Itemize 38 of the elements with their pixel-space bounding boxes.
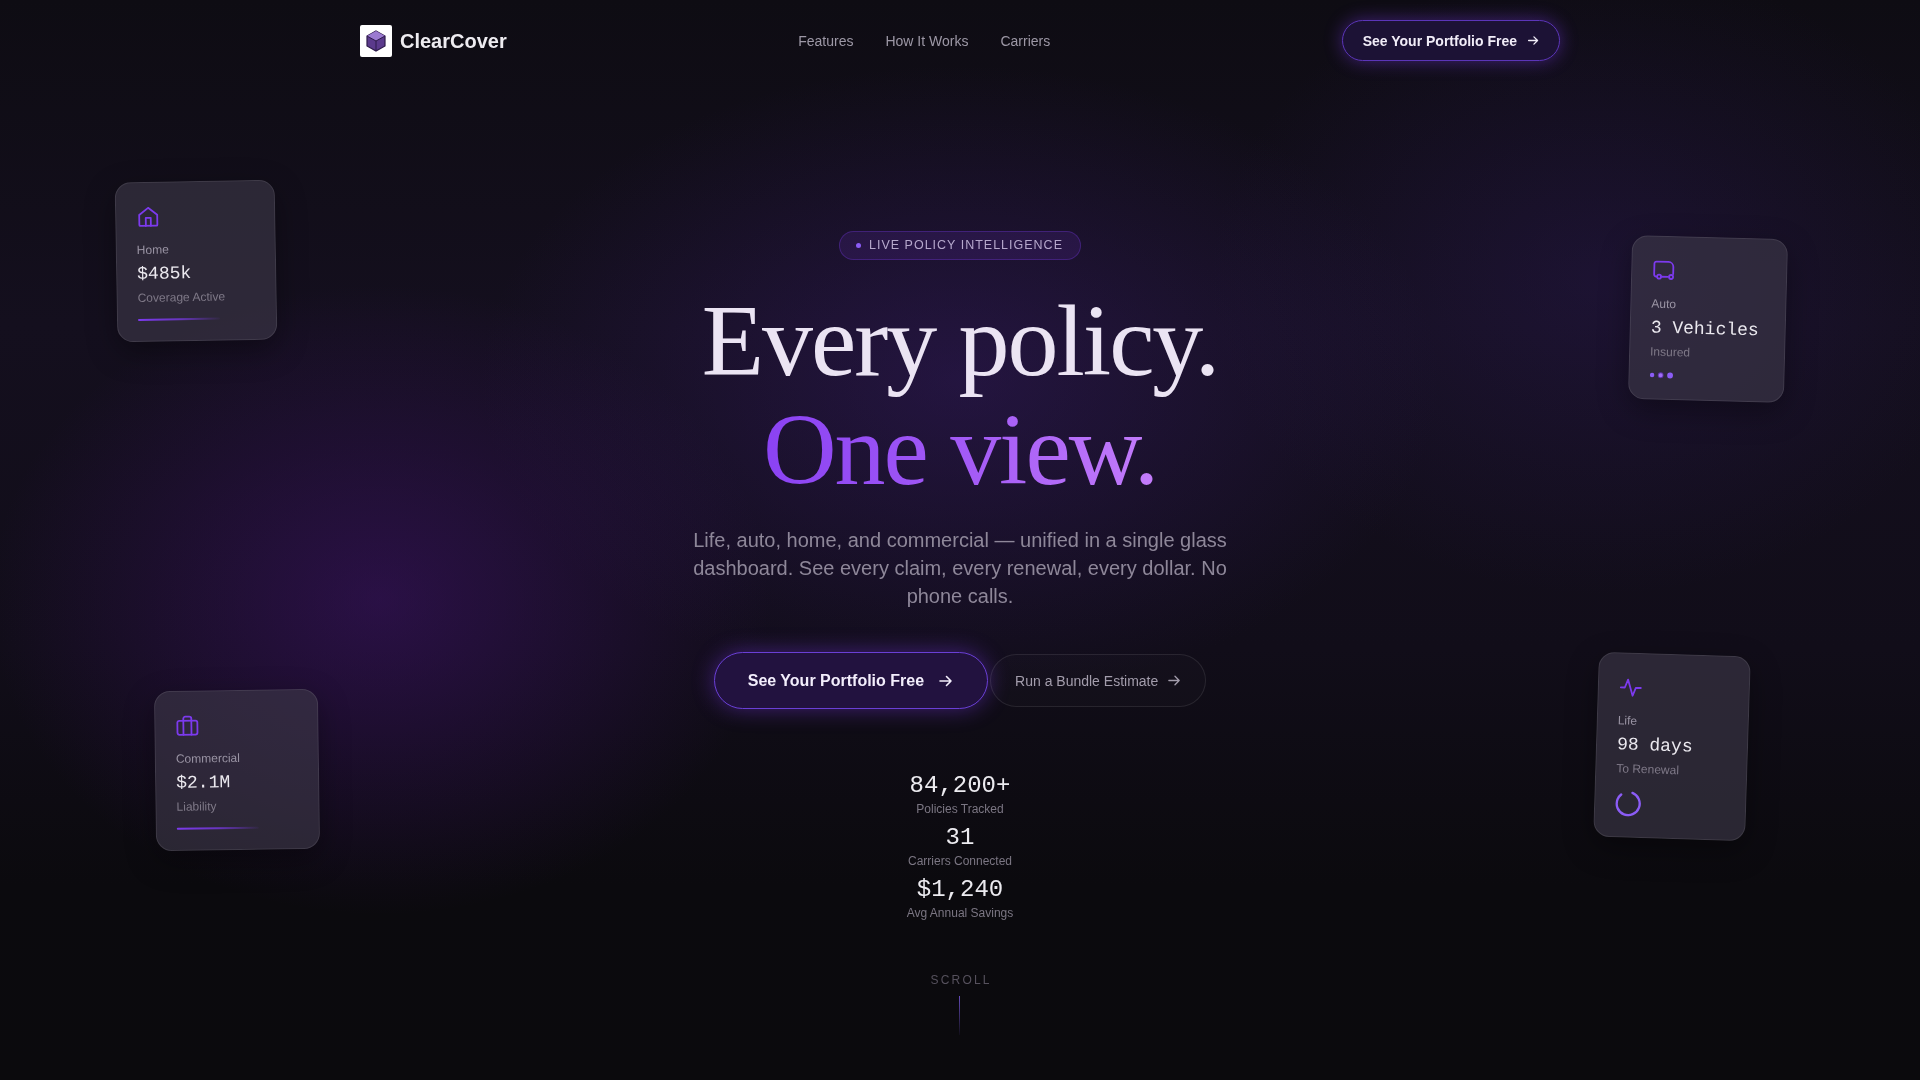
card-caption: Liability (176, 798, 217, 815)
card-label: Home (136, 241, 169, 259)
brand-name[interactable]: ClearCover (400, 28, 507, 53)
arrow-right-icon (1527, 34, 1540, 47)
briefcase-icon (175, 713, 200, 738)
card-label: Life (1617, 712, 1638, 729)
card-label: Commercial (175, 749, 240, 767)
stat-value: $1,240 (916, 877, 1004, 903)
card-value: 98 days (1616, 733, 1693, 759)
stat-value: 84,200+ (909, 773, 1011, 799)
nav-link[interactable]: How It Works (885, 31, 969, 50)
status-dot-icon (856, 243, 861, 248)
card-caption: To Renewal (1616, 760, 1680, 779)
badge-text: LIVE POLICY INTELLIGENCE (869, 238, 1063, 253)
arrow-right-icon (1167, 673, 1183, 688)
card-caption: Coverage Active (137, 288, 226, 306)
headline: Every policy. (701, 286, 1219, 395)
scroll-hint: SCROLL (929, 972, 992, 988)
card-value: $2.1M (176, 771, 231, 795)
nav-link[interactable]: Features (798, 31, 854, 50)
card-value: 3 Vehicles (1650, 316, 1760, 343)
home-icon (136, 204, 161, 230)
nav-link[interactable]: Carriers (1000, 31, 1051, 50)
card-value: $485k (137, 262, 192, 287)
secondary-button[interactable]: Run a Bundle Estimate (990, 654, 1207, 707)
dots-icon (1649, 371, 1674, 380)
stat-value: 31 (945, 825, 975, 851)
ring-icon (1614, 790, 1642, 818)
hero-description: Life, auto, home, and commercial — unified in a single glass dashboard. See every claim, every renewal, every dollar. No phone calls. (692, 528, 1228, 609)
scroll-line (959, 996, 961, 1035)
stat-label: Policies Tracked (916, 802, 1004, 816)
primary-button[interactable]: See Your Portfolio Free (713, 652, 989, 709)
card-caption: Insured (1649, 343, 1691, 361)
stat-label: Avg Annual Savings (906, 906, 1014, 920)
cube-logo-icon (360, 24, 392, 57)
cta-button[interactable]: See Your Portfolio Free (1341, 20, 1560, 61)
stat-label: Carriers Connected (907, 854, 1012, 868)
card-label: Auto (1651, 295, 1677, 313)
